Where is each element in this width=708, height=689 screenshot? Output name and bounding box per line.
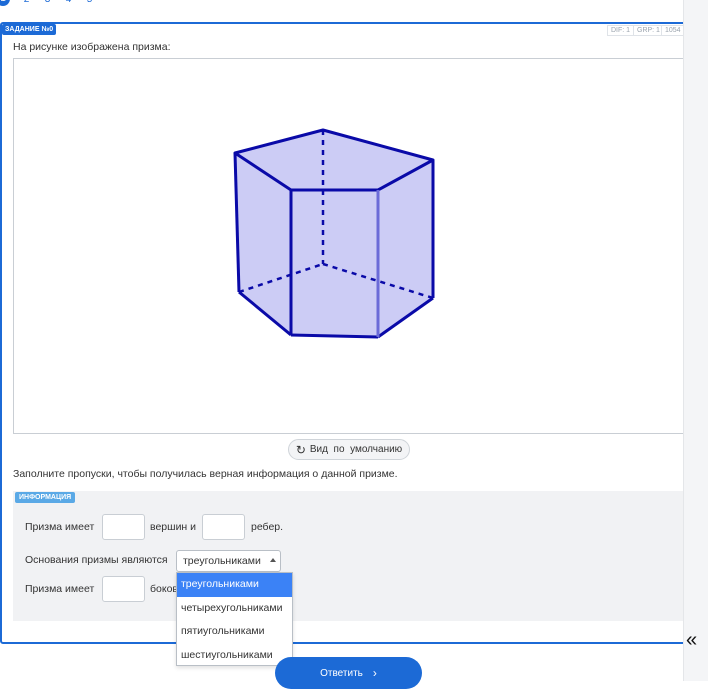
prism-figure[interactable]	[13, 58, 690, 434]
page-3[interactable]: 3	[37, 0, 58, 5]
prism-drawing	[233, 128, 435, 339]
option-hexagons[interactable]: шестиугольниками	[177, 644, 292, 668]
question-text: На рисунке изображена призма:	[13, 41, 171, 53]
refresh-icon: ↻	[295, 442, 306, 457]
page-5[interactable]: 5	[79, 0, 100, 5]
caret-up-icon	[270, 558, 276, 562]
edges-input[interactable]	[202, 514, 245, 540]
prism-front-face	[291, 190, 378, 337]
row3-prefix: Призма имеет	[25, 583, 95, 595]
row3-suffix: боков	[150, 583, 178, 595]
double-chevron-left-icon[interactable]: «	[686, 629, 697, 652]
base-shape-select[interactable]: треугольниками	[176, 550, 281, 572]
option-quadrilaterals[interactable]: четырехугольниками	[177, 597, 292, 621]
task-label: ЗАДАНИЕ №0	[2, 24, 57, 35]
difficulty-badge: DIF: 1	[607, 25, 635, 36]
row2-prefix: Основания призмы являются	[25, 554, 168, 566]
row1-suffix: ребер.	[251, 521, 284, 533]
base-shape-dropdown: треугольниками четырехугольниками пятиуг…	[176, 572, 293, 666]
right-sidebar	[683, 0, 708, 681]
info-badge: ИНФОРМАЦИЯ	[15, 492, 76, 503]
group-badge: GRP: 1	[633, 25, 664, 36]
option-pentagons[interactable]: пятиугольниками	[177, 620, 292, 644]
default-view-button[interactable]: ↻ Вид по умолчанию	[288, 439, 410, 460]
row1-middle: вершин и	[150, 521, 197, 533]
page-4[interactable]: 4	[58, 0, 79, 5]
faces-input[interactable]	[102, 576, 145, 602]
instruction-text: Заполните пропуски, чтобы получилась вер…	[13, 468, 398, 480]
submit-button[interactable]: Ответить ›	[275, 657, 422, 689]
vertices-input[interactable]	[102, 514, 145, 540]
row1-prefix: Призма имеет	[25, 521, 95, 533]
submit-label: Ответить	[320, 667, 363, 679]
base-shape-selected: треугольниками	[183, 555, 261, 567]
pagination: 1 2 3 4 5	[0, 0, 100, 6]
default-view-label: Вид по умолчанию	[309, 444, 403, 455]
chevron-right-icon: ›	[372, 666, 377, 680]
page-2[interactable]: 2	[16, 0, 37, 5]
page-1[interactable]: 1	[0, 0, 10, 6]
option-triangles[interactable]: треугольниками	[177, 573, 292, 597]
task-id-badge: 1054	[661, 25, 685, 36]
